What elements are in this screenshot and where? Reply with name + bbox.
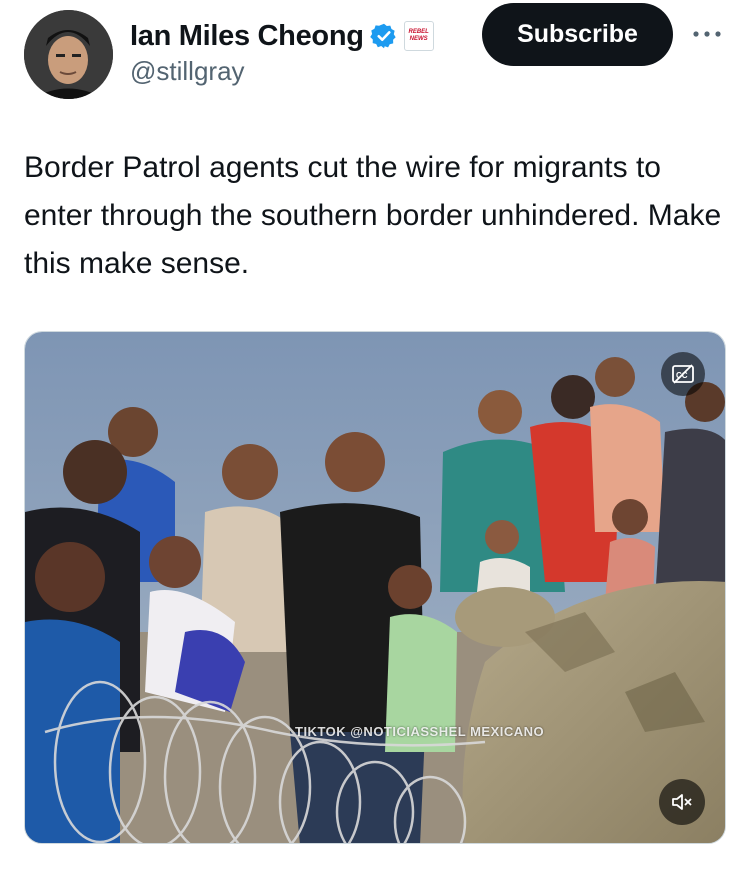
author-name-row: Ian Miles Cheong REBEL NEWS — [130, 16, 434, 56]
captions-toggle-button[interactable]: CC — [661, 352, 705, 396]
closed-captions-off-icon: CC — [672, 364, 694, 384]
verified-badge-icon[interactable] — [369, 22, 398, 50]
video-watermark: TIKTOK @NOTICIASSHEL MEXICANO — [295, 724, 545, 739]
author-avatar[interactable] — [24, 10, 113, 99]
author-display-name[interactable]: Ian Miles Cheong — [130, 20, 364, 53]
author-handle[interactable]: @stillgray — [130, 56, 245, 87]
affiliate-badge-icon[interactable]: REBEL NEWS — [403, 21, 434, 51]
video-frame — [25, 332, 725, 843]
affiliate-badge-line1: REBEL — [408, 29, 429, 35]
avatar-photo — [24, 10, 113, 99]
affiliate-badge-line2: NEWS — [409, 36, 428, 42]
volume-muted-icon — [672, 794, 692, 810]
video-player[interactable]: TIKTOK @NOTICIASSHEL MEXICANO CC — [24, 331, 726, 844]
subscribe-button[interactable]: Subscribe — [482, 3, 673, 66]
tweet-text: Border Patrol agents cut the wire for mi… — [24, 151, 722, 280]
mute-toggle-button[interactable] — [659, 779, 705, 825]
more-horizontal-icon[interactable] — [690, 22, 724, 46]
